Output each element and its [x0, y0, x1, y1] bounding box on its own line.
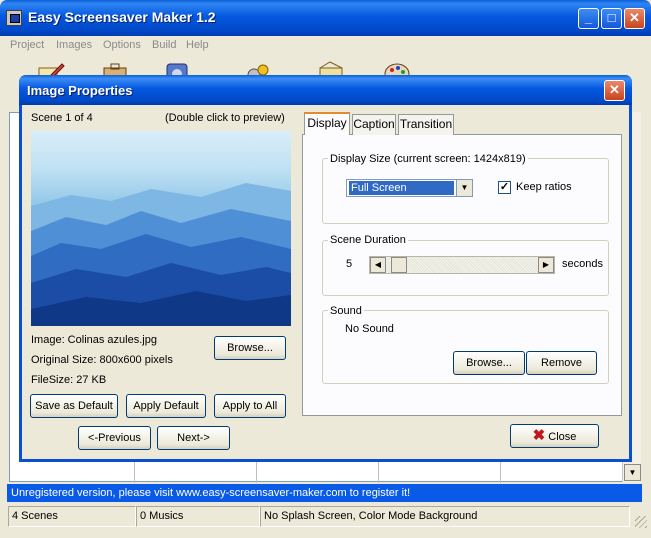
image-preview[interactable] — [31, 131, 291, 326]
dialog-close-button[interactable]: ✕ — [604, 80, 625, 101]
preview-hint: (Double click to preview) — [165, 112, 285, 124]
apply-to-all-button[interactable]: Apply to All — [214, 394, 286, 418]
status-scenes: 4 Scenes — [8, 506, 136, 527]
save-as-default-button[interactable]: Save as Default — [30, 394, 118, 418]
close-icon: ✖ — [532, 427, 546, 444]
close-button-label: Close — [548, 431, 577, 443]
duration-slider[interactable]: ◀ ▶ — [369, 256, 555, 274]
unregistered-notice[interactable]: Unregistered version, please visit www.e… — [7, 484, 642, 502]
sound-value: No Sound — [345, 323, 394, 335]
dialog-title: Image Properties — [27, 83, 133, 98]
minimize-button[interactable]: _ — [578, 8, 599, 29]
sound-title: Sound — [328, 305, 364, 317]
menu-bar: Project Images Options Build Help — [0, 36, 651, 56]
close-button[interactable]: ✕ — [624, 8, 645, 29]
browse-sound-button[interactable]: Browse... — [453, 351, 525, 375]
slider-right-arrow-icon[interactable]: ▶ — [538, 257, 554, 273]
previous-button[interactable]: <-Previous — [78, 426, 151, 450]
slider-left-arrow-icon[interactable]: ◀ — [370, 257, 386, 273]
image-name: Image: Colinas azules.jpg — [31, 334, 157, 346]
next-button[interactable]: Next-> — [157, 426, 230, 450]
scroll-down-arrow-icon[interactable]: ▼ — [624, 464, 641, 481]
keep-ratios-checkbox[interactable]: ✓ — [498, 181, 511, 194]
status-info: No Splash Screen, Color Mode Background — [260, 506, 630, 527]
slider-thumb[interactable] — [391, 257, 407, 273]
tab-display[interactable]: Display — [304, 112, 350, 135]
resize-grip-icon[interactable] — [635, 516, 647, 528]
menu-options[interactable]: Options — [103, 39, 141, 51]
close-dialog-button[interactable]: ✖ Close — [510, 424, 599, 448]
file-size: FileSize: 27 KB — [31, 374, 107, 386]
scene-counter: Scene 1 of 4 — [31, 112, 93, 124]
remove-sound-button[interactable]: Remove — [526, 351, 597, 375]
display-size-value: Full Screen — [349, 181, 454, 195]
mountains-image — [31, 183, 291, 326]
keep-ratios-label: Keep ratios — [516, 181, 572, 193]
window-title: Easy Screensaver Maker 1.2 — [28, 9, 216, 25]
dialog-title-bar[interactable]: Image Properties ✕ — [19, 75, 632, 105]
chevron-down-icon[interactable]: ▼ — [456, 180, 472, 196]
maximize-button[interactable]: □ — [601, 8, 622, 29]
original-size: Original Size: 800x600 pixels — [31, 354, 173, 366]
browse-image-button[interactable]: Browse... — [214, 336, 286, 360]
display-size-title: Display Size (current screen: 1424x819) — [328, 153, 528, 165]
tab-caption[interactable]: Caption — [352, 114, 396, 135]
tab-transition[interactable]: Transition — [398, 114, 454, 135]
display-size-select[interactable]: Full Screen ▼ — [346, 179, 473, 197]
apply-default-button[interactable]: Apply Default — [126, 394, 206, 418]
duration-unit: seconds — [562, 258, 603, 270]
scene-duration-title: Scene Duration — [328, 234, 408, 246]
app-icon — [6, 10, 22, 26]
menu-project[interactable]: Project — [10, 39, 44, 51]
menu-help[interactable]: Help — [186, 39, 209, 51]
status-musics: 0 Musics — [136, 506, 260, 527]
duration-value: 5 — [346, 258, 353, 270]
main-title-bar[interactable]: Easy Screensaver Maker 1.2 _ □ ✕ — [0, 0, 651, 36]
menu-images[interactable]: Images — [56, 39, 92, 51]
menu-build[interactable]: Build — [152, 39, 176, 51]
status-bar: 4 Scenes 0 Musics No Splash Screen, Colo… — [0, 504, 651, 538]
